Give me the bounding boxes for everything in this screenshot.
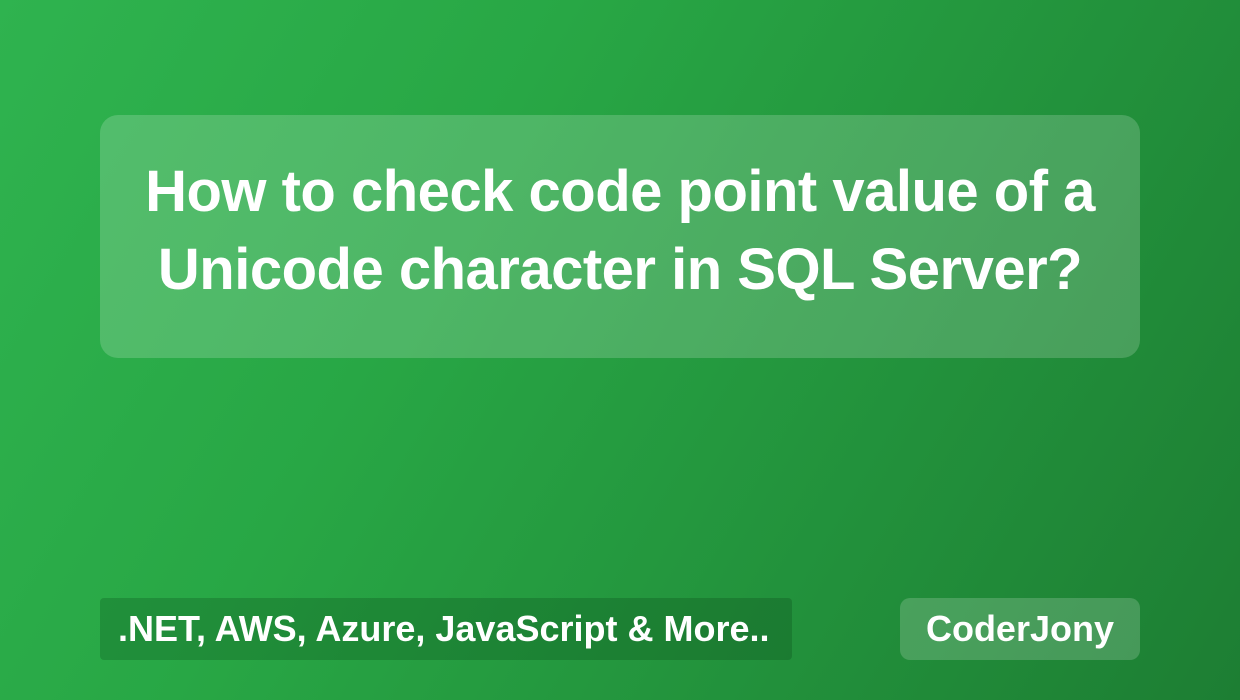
brand-card: CoderJony bbox=[900, 598, 1140, 660]
tagline-text: .NET, AWS, Azure, JavaScript & More.. bbox=[118, 608, 770, 649]
page-title: How to check code point value of a Unico… bbox=[140, 153, 1100, 310]
brand-name: CoderJony bbox=[926, 608, 1114, 649]
title-card: How to check code point value of a Unico… bbox=[100, 115, 1140, 358]
tagline-card: .NET, AWS, Azure, JavaScript & More.. bbox=[100, 598, 792, 660]
